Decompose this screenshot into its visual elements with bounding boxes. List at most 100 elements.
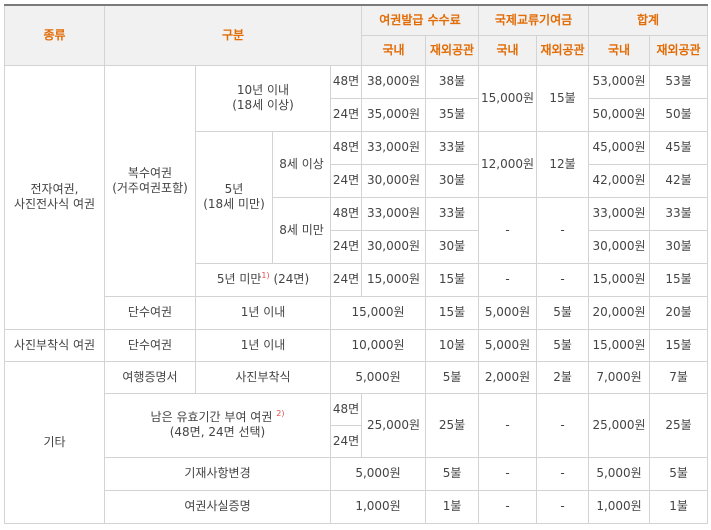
fee-domestic: 33,000원 — [361, 130, 427, 165]
total-domestic: 45,000원 — [588, 130, 651, 165]
footnote-1[interactable]: 1) — [261, 271, 269, 280]
intl-overseas: 2불 — [536, 360, 590, 394]
intl-domestic: 5,000원 — [478, 328, 538, 362]
total-domestic: 5,000원 — [588, 456, 651, 491]
intl-overseas: - — [536, 456, 590, 491]
total-overseas: 33불 — [649, 196, 709, 231]
fee-overseas: 10불 — [425, 328, 480, 362]
fee-overseas: 5불 — [425, 456, 480, 491]
intl-overseas: - — [536, 489, 590, 524]
total-overseas: 30불 — [649, 229, 709, 264]
cat-single: 단수여권 — [104, 295, 196, 330]
total-overseas: 53불 — [649, 64, 709, 99]
intl-domestic: - — [478, 456, 538, 491]
intl-overseas: 5불 — [536, 328, 590, 362]
fee-overseas: 30불 — [425, 163, 480, 198]
pages: 24면 — [329, 163, 363, 198]
fee-domestic: 30,000원 — [361, 229, 427, 264]
intl-domestic: 15,000원 — [478, 64, 538, 132]
fee-domestic: 25,000원 — [361, 392, 427, 458]
header-division: 구분 — [103, 4, 363, 66]
cat-ten-year: 10년 이내 (18세 이상) — [195, 64, 331, 132]
header-fee-overseas: 재외공관 — [425, 34, 480, 66]
pages: 48면 — [329, 196, 363, 231]
fee-overseas: 33불 — [425, 196, 480, 231]
intl-overseas: 15불 — [536, 64, 590, 132]
fee-overseas: 38불 — [425, 64, 480, 99]
cat-photo-attach: 사진부착식 — [195, 360, 331, 394]
fee-overseas: 1불 — [425, 489, 480, 524]
pages: 24면 — [329, 424, 363, 458]
intl-overseas: - — [536, 392, 590, 458]
cat-within1: 1년 이내 — [195, 295, 331, 330]
intl-domestic: 5,000원 — [478, 295, 538, 330]
total-domestic: 25,000원 — [588, 392, 651, 458]
intl-overseas: - — [536, 262, 590, 297]
intl-domestic: 2,000원 — [478, 360, 538, 394]
fee-domestic: 10,000원 — [329, 328, 427, 362]
total-overseas: 15불 — [649, 262, 709, 297]
fee-domestic: 5,000원 — [329, 360, 427, 394]
fee-overseas: 15불 — [425, 295, 480, 330]
total-overseas: 42불 — [649, 163, 709, 198]
total-overseas: 50불 — [649, 97, 709, 132]
pages: 24면 — [329, 229, 363, 264]
pages: 48면 — [329, 64, 363, 99]
total-domestic: 30,000원 — [588, 229, 651, 264]
total-overseas: 20불 — [649, 295, 709, 330]
type-photo-attached: 사진부착식 여권 — [4, 328, 105, 362]
intl-domestic: - — [478, 196, 538, 264]
fee-domestic: 15,000원 — [329, 295, 427, 330]
cat-change: 기재사항변경 — [104, 456, 331, 491]
type-other: 기타 — [4, 360, 105, 524]
fee-overseas: 30불 — [425, 229, 480, 264]
total-overseas: 15불 — [649, 328, 709, 362]
total-domestic: 53,000원 — [588, 64, 651, 99]
total-domestic: 7,000원 — [588, 360, 651, 394]
footnote-2[interactable]: 2) — [276, 409, 284, 418]
header-total: 합계 — [588, 4, 709, 36]
cat-age8-over: 8세 이상 — [272, 130, 331, 198]
cat-age8-under: 8세 미만 — [272, 196, 331, 264]
fee-overseas: 25불 — [425, 392, 480, 458]
intl-domestic: - — [478, 262, 538, 297]
pages: 48면 — [329, 130, 363, 165]
cat-multiple: 복수여권 (거주여권포함) — [104, 64, 196, 297]
cat-five-under: 5년 미만1) (24면) — [195, 262, 331, 297]
cat-travel-cert: 여행증명서 — [104, 360, 196, 394]
fee-overseas: 33불 — [425, 130, 480, 165]
header-total-domestic: 국내 — [588, 34, 651, 66]
fee-domestic: 1,000원 — [329, 489, 427, 524]
total-overseas: 5불 — [649, 456, 709, 491]
header-fee: 여권발급 수수료 — [361, 4, 480, 36]
total-domestic: 15,000원 — [588, 328, 651, 362]
total-overseas: 7불 — [649, 360, 709, 394]
fee-overseas: 15불 — [425, 262, 480, 297]
header-total-overseas: 재외공관 — [649, 34, 709, 66]
fee-domestic: 30,000원 — [361, 163, 427, 198]
passport-fee-table: 종류 구분 여권발급 수수료 국제교류기여금 합계 국내 재외공관 국내 재외공… — [4, 4, 709, 524]
fee-domestic: 38,000원 — [361, 64, 427, 99]
intl-domestic: - — [478, 392, 538, 458]
cat-fact-cert: 여권사실증명 — [104, 489, 331, 524]
header-intl: 국제교류기여금 — [478, 4, 590, 36]
fee-overseas: 5불 — [425, 360, 480, 394]
cat-five-year: 5년 (18세 미만) — [195, 130, 273, 264]
type-electronic: 전자여권, 사진전사식 여권 — [4, 64, 105, 330]
total-domestic: 42,000원 — [588, 163, 651, 198]
intl-overseas: - — [536, 196, 590, 264]
pages: 48면 — [329, 392, 363, 426]
fee-domestic: 15,000원 — [361, 262, 427, 297]
fee-domestic: 33,000원 — [361, 196, 427, 231]
total-domestic: 15,000원 — [588, 262, 651, 297]
pages: 24면 — [329, 262, 363, 297]
total-overseas: 45불 — [649, 130, 709, 165]
total-domestic: 20,000원 — [588, 295, 651, 330]
total-overseas: 1불 — [649, 489, 709, 524]
header-intl-overseas: 재외공관 — [536, 34, 590, 66]
header-intl-domestic: 국내 — [478, 34, 538, 66]
total-overseas: 25불 — [649, 392, 709, 458]
header-type: 종류 — [4, 4, 105, 66]
cat-single: 단수여권 — [104, 328, 196, 362]
intl-domestic: - — [478, 489, 538, 524]
